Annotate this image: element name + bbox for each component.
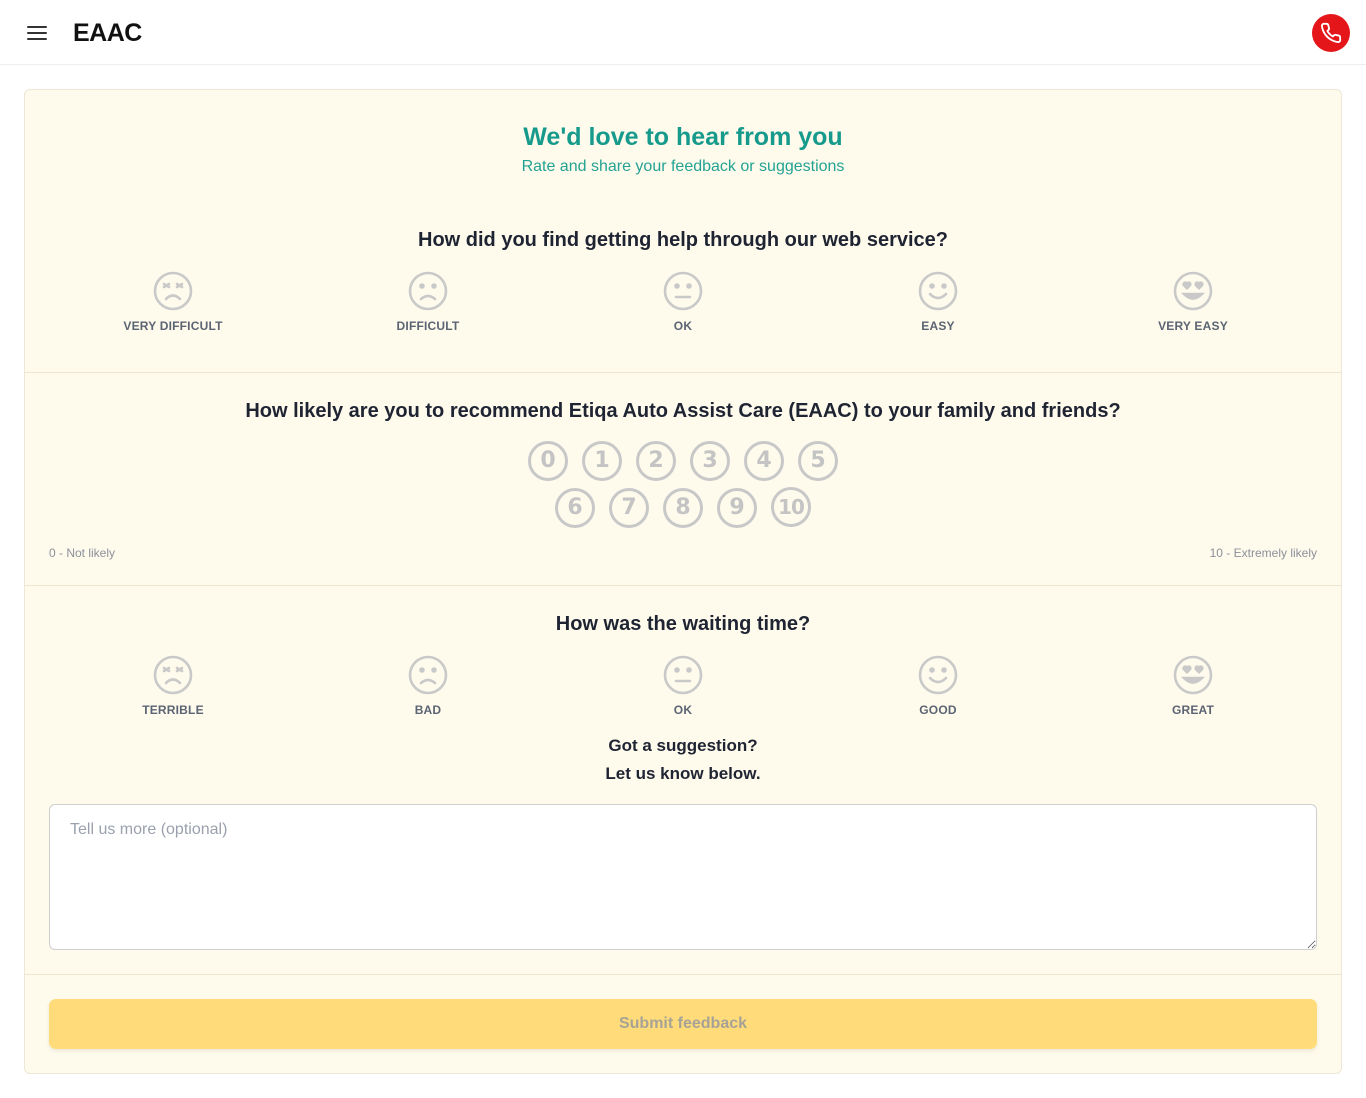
score-0-button[interactable]: 0 <box>528 441 568 481</box>
option-label: GOOD <box>919 703 957 717</box>
score-10-button[interactable]: 10 <box>771 487 811 527</box>
score-3-button[interactable]: 3 <box>690 441 730 481</box>
feedback-card: We'd love to hear from you Rate and shar… <box>24 89 1342 1074</box>
submit-feedback-button[interactable]: Submit feedback <box>49 999 1317 1049</box>
score-8-button[interactable]: 8 <box>663 488 703 528</box>
sad-face-icon <box>408 655 448 695</box>
option-label: EASY <box>921 319 955 333</box>
option-label: TERRIBLE <box>142 703 204 717</box>
smile-face-icon <box>918 655 958 695</box>
option-label: OK <box>673 319 693 333</box>
call-button[interactable] <box>1312 14 1350 52</box>
angry-face-icon <box>153 271 193 311</box>
feedback-subtitle: Rate and share your feedback or suggesti… <box>521 158 845 175</box>
question-waiting-time: How was the waiting time? <box>555 613 811 635</box>
score-2-button[interactable]: 2 <box>636 441 676 481</box>
section-divider <box>25 974 1341 975</box>
option-label: GREAT <box>1171 703 1215 717</box>
feedback-title: We'd love to hear from you <box>523 123 843 151</box>
rating-great[interactable]: GREAT <box>1113 654 1273 717</box>
suggestion-textarea[interactable] <box>49 804 1317 950</box>
score-1-button[interactable]: 1 <box>582 441 622 481</box>
rating-ok[interactable]: OK <box>603 270 763 333</box>
rating-easy[interactable]: EASY <box>858 270 1018 333</box>
scale-low-label: 0 - Not likely <box>49 546 116 560</box>
question-recommend: How likely are you to recommend Etiqa Au… <box>245 400 1121 422</box>
rating-very-difficult[interactable]: VERY DIFFICULT <box>93 270 253 333</box>
option-label: VERY DIFFICULT <box>123 319 223 333</box>
suggestion-subprompt: Let us know below. <box>605 764 761 783</box>
rating-good[interactable]: GOOD <box>858 654 1018 717</box>
recommend-scale-row-1: 012345 <box>25 441 1341 481</box>
angry-face-icon <box>153 655 193 695</box>
phone-icon <box>1321 22 1342 43</box>
smile-face-icon <box>918 271 958 311</box>
brand-logo[interactable]: EAAC <box>73 19 142 48</box>
top-navigation-bar: EAAC <box>0 0 1366 65</box>
option-label: OK <box>673 703 693 717</box>
score-7-button[interactable]: 7 <box>609 488 649 528</box>
score-4-button[interactable]: 4 <box>744 441 784 481</box>
recommend-scale-row-2: 6 7 8 9 10 <box>25 487 1341 528</box>
section-divider <box>25 372 1341 373</box>
rating-difficult[interactable]: DIFFICULT <box>348 270 508 333</box>
option-label: BAD <box>414 703 442 717</box>
option-label: DIFFICULT <box>396 319 460 333</box>
scale-high-label: 10 - Extremely likely <box>1209 546 1317 560</box>
neutral-face-icon <box>663 271 703 311</box>
neutral-face-icon <box>663 655 703 695</box>
question-web-service: How did you find getting help through ou… <box>418 229 948 251</box>
heart-eyes-face-icon <box>1173 655 1213 695</box>
section-divider <box>25 585 1341 586</box>
score-5-button[interactable]: 5 <box>798 441 838 481</box>
sad-face-icon <box>408 271 448 311</box>
score-9-button[interactable]: 9 <box>717 488 757 528</box>
rating-terrible[interactable]: TERRIBLE <box>93 654 253 717</box>
rating-bad[interactable]: BAD <box>348 654 508 717</box>
waiting-time-rating: TERRIBLE BAD OK GOOD GREAT <box>25 654 1341 724</box>
heart-eyes-face-icon <box>1173 271 1213 311</box>
rating-very-easy[interactable]: VERY EASY <box>1113 270 1273 333</box>
score-6-button[interactable]: 6 <box>555 488 595 528</box>
option-label: VERY EASY <box>1158 319 1228 333</box>
suggestion-prompt: Got a suggestion? <box>608 736 758 755</box>
web-service-rating: VERY DIFFICULT DIFFICULT OK EASY VERY EA… <box>25 270 1341 340</box>
hamburger-menu-icon[interactable] <box>25 22 49 44</box>
rating-ok[interactable]: OK <box>603 654 763 717</box>
